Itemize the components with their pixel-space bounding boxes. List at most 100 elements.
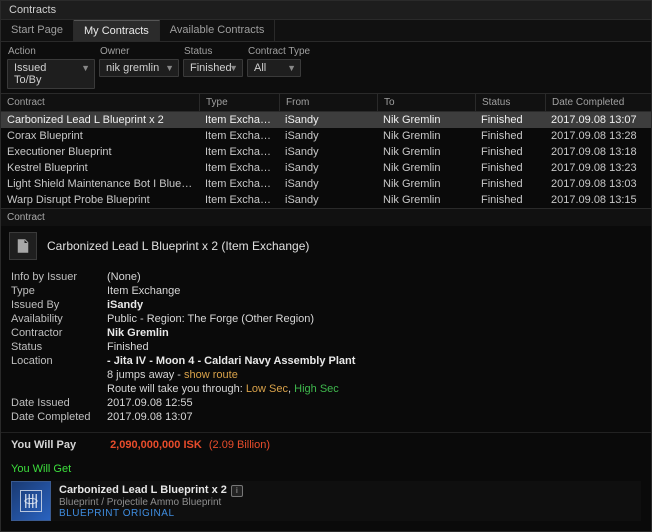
tab-start-page[interactable]: Start Page: [1, 20, 74, 41]
cell-to: Nik Gremlin: [377, 192, 475, 208]
column-date-completed[interactable]: Date Completed: [545, 94, 645, 111]
cell-date: 2017.09.08 13:18: [545, 144, 645, 160]
availability-value: Public - Region: The Forge (Other Region…: [107, 313, 314, 325]
table-row[interactable]: Carbonized Lead L Blueprint x 2Item Exch…: [1, 112, 651, 128]
pay-short: (2.09 Billion): [209, 439, 270, 451]
cell-status: Finished: [475, 160, 545, 176]
table-row[interactable]: Corax BlueprintItem ExchangeiSandyNik Gr…: [1, 128, 651, 144]
tab-bar: Start PageMy ContractsAvailable Contract…: [1, 20, 651, 42]
contract-detail: Contract Carbonized Lead L Blueprint x 2…: [1, 208, 651, 531]
cell-type: Item Exchange: [199, 144, 279, 160]
pay-amount: 2,090,000,000 ISK: [110, 439, 202, 451]
filter-bar: Action Issued To/By▼ Owner nik gremlin▼ …: [1, 42, 651, 93]
location-label: Location: [11, 355, 107, 367]
date-completed-value: 2017.09.08 13:07: [107, 411, 193, 423]
hisec-text: High Sec: [294, 383, 339, 395]
cell-type: Item Exchange: [199, 160, 279, 176]
chevron-down-icon: ▼: [81, 63, 90, 73]
cell-type: Item Exchange: [199, 112, 279, 128]
location-station[interactable]: - Jita IV - Moon 4 - Caldari Navy Assemb…: [107, 355, 355, 367]
tab-available-contracts[interactable]: Available Contracts: [160, 20, 276, 41]
cell-contract: Corax Blueprint: [1, 128, 199, 144]
action-label: Action: [7, 46, 95, 57]
table-body: Carbonized Lead L Blueprint x 2Item Exch…: [1, 112, 651, 208]
cell-from: iSandy: [279, 160, 377, 176]
window-title: Contracts: [1, 1, 651, 20]
blueprint-icon: [11, 481, 51, 521]
route-prefix: Route will take you through:: [107, 383, 246, 395]
cell-date: 2017.09.08 13:23: [545, 160, 645, 176]
action-select[interactable]: Issued To/By▼: [7, 59, 95, 89]
show-route-link[interactable]: show route: [184, 369, 238, 381]
cell-contract: Carbonized Lead L Blueprint x 2: [1, 112, 199, 128]
contract-type-label: Contract Type: [247, 46, 310, 57]
cell-date: 2017.09.08 13:15: [545, 192, 645, 208]
cell-date: 2017.09.08 13:03: [545, 176, 645, 192]
contractor-value[interactable]: Nik Gremlin: [107, 327, 169, 339]
issued-by-label: Issued By: [11, 299, 107, 311]
cell-status: Finished: [475, 176, 545, 192]
contract-icon: [9, 232, 37, 260]
cell-status: Finished: [475, 112, 545, 128]
date-issued-label: Date Issued: [11, 397, 107, 409]
tab-my-contracts[interactable]: My Contracts: [74, 20, 160, 41]
cell-from: iSandy: [279, 176, 377, 192]
jumps-text: 8 jumps away -: [107, 369, 184, 381]
detail-status-value: Finished: [107, 341, 149, 353]
column-contract[interactable]: Contract: [1, 94, 199, 111]
cell-contract: Executioner Blueprint: [1, 144, 199, 160]
date-completed-label: Date Completed: [11, 411, 107, 423]
issued-by-value[interactable]: iSandy: [107, 299, 143, 311]
table-row[interactable]: Executioner BlueprintItem ExchangeiSandy…: [1, 144, 651, 160]
reward-item[interactable]: Carbonized Lead L Blueprint x 2 i Bluepri…: [11, 481, 641, 521]
cell-from: iSandy: [279, 144, 377, 160]
you-will-pay-label: You Will Pay: [11, 439, 107, 451]
info-icon[interactable]: i: [231, 485, 243, 497]
reward-item-category: Blueprint / Projectile Ammo Blueprint: [59, 497, 243, 508]
contract-title: Carbonized Lead L Blueprint x 2 (Item Ex…: [47, 239, 309, 253]
table-row[interactable]: Light Shield Maintenance Bot I Blueprint…: [1, 176, 651, 192]
date-issued-value: 2017.09.08 12:55: [107, 397, 193, 409]
table-row[interactable]: Kestrel BlueprintItem ExchangeiSandyNik …: [1, 160, 651, 176]
contractor-label: Contractor: [11, 327, 107, 339]
detail-section-label: Contract: [1, 209, 651, 226]
info-by-issuer-label: Info by Issuer: [11, 271, 107, 283]
cell-contract: Light Shield Maintenance Bot I Blueprint…: [1, 176, 199, 192]
cell-contract: Warp Disrupt Probe Blueprint: [1, 192, 199, 208]
chevron-down-icon: ▼: [165, 63, 174, 73]
cell-to: Nik Gremlin: [377, 112, 475, 128]
type-value: Item Exchange: [107, 285, 180, 297]
owner-select[interactable]: nik gremlin▼: [99, 59, 179, 77]
cell-type: Item Exchange: [199, 128, 279, 144]
contract-type-select[interactable]: All▼: [247, 59, 301, 77]
blueprint-original-text: BLUEPRINT ORIGINAL: [59, 508, 243, 519]
you-will-get-label: You Will Get: [11, 463, 641, 475]
cell-type: Item Exchange: [199, 192, 279, 208]
type-label: Type: [11, 285, 107, 297]
table-header: ContractTypeFromToStatusDate Completed: [1, 93, 651, 112]
table-row[interactable]: Warp Disrupt Probe BlueprintItem Exchang…: [1, 192, 651, 208]
status-select[interactable]: Finished▼: [183, 59, 243, 77]
cell-from: iSandy: [279, 128, 377, 144]
column-type[interactable]: Type: [199, 94, 279, 111]
cell-to: Nik Gremlin: [377, 144, 475, 160]
info-by-issuer-value: (None): [107, 271, 141, 283]
reward-item-name: Carbonized Lead L Blueprint x 2: [59, 484, 227, 496]
cell-from: iSandy: [279, 112, 377, 128]
cell-date: 2017.09.08 13:07: [545, 112, 645, 128]
column-from[interactable]: From: [279, 94, 377, 111]
cell-type: Item Exchange: [199, 176, 279, 192]
cell-status: Finished: [475, 192, 545, 208]
cell-status: Finished: [475, 128, 545, 144]
availability-label: Availability: [11, 313, 107, 325]
owner-label: Owner: [99, 46, 179, 57]
status-label: Status: [183, 46, 243, 57]
cell-to: Nik Gremlin: [377, 160, 475, 176]
column-status[interactable]: Status: [475, 94, 545, 111]
cell-date: 2017.09.08 13:28: [545, 128, 645, 144]
column-to[interactable]: To: [377, 94, 475, 111]
cell-from: iSandy: [279, 192, 377, 208]
cell-to: Nik Gremlin: [377, 176, 475, 192]
cell-contract: Kestrel Blueprint: [1, 160, 199, 176]
cell-to: Nik Gremlin: [377, 128, 475, 144]
